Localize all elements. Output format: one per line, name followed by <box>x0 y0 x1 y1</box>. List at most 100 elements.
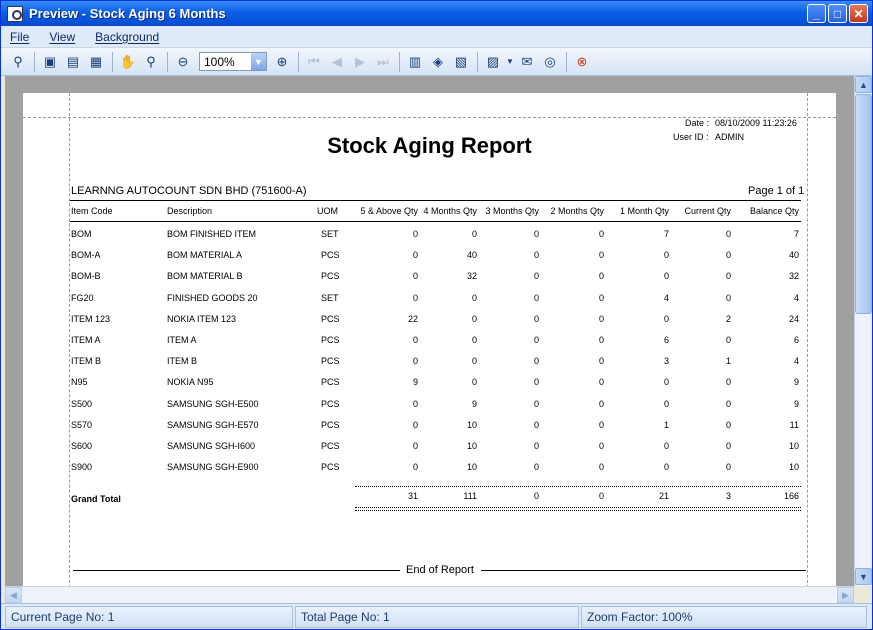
cell-item-code: N95 <box>71 377 88 388</box>
scroll-down-button[interactable]: ▼ <box>855 568 872 585</box>
last-page-icon[interactable]: ⏭ <box>372 51 394 73</box>
total-bottom-dotted-line-1 <box>355 507 801 508</box>
menu-file[interactable]: File <box>7 28 32 46</box>
toolbar-separator <box>112 51 113 72</box>
cell-item-code: BOM <box>71 229 92 239</box>
multiple-pages-icon[interactable]: ▥ <box>404 51 426 73</box>
cell-item-code: S600 <box>71 441 93 451</box>
cell-description: ITEM A <box>167 335 197 345</box>
export-icon[interactable]: ▨ <box>482 51 504 73</box>
menu-view[interactable]: View <box>46 28 78 46</box>
cell-description: ITEM B <box>167 356 198 367</box>
date-label: Date : <box>685 118 710 128</box>
background-color-icon[interactable]: ◈ <box>427 51 449 73</box>
cell-balance-qty: 10 <box>788 462 799 473</box>
cell-uom: SET <box>321 229 339 239</box>
margin-guide-right <box>807 93 808 586</box>
status-bar: Current Page No: 1 Total Page No: 1 Zoom… <box>1 603 872 629</box>
cell-description: SAMSUNG SGH-E900 <box>167 462 259 473</box>
prev-page-icon[interactable]: ◀ <box>326 51 348 73</box>
cell-description: BOM MATERIAL B <box>167 271 243 282</box>
vertical-scrollbar[interactable]: ▲ ▼ <box>854 76 872 586</box>
cell-item-code: S570 <box>71 419 93 430</box>
cell-description: FINISHED GOODS 20 <box>167 292 258 303</box>
cell-description: SAMSUNG SGH-E570 <box>167 419 259 430</box>
magnifier-icon[interactable]: ⚲ <box>140 51 162 73</box>
column-header-uom: UOM <box>317 206 338 216</box>
menu-background[interactable]: Background <box>92 28 162 46</box>
maximize-button[interactable]: □ <box>828 4 847 23</box>
margin-guide-left <box>69 93 70 586</box>
zoom-in-icon[interactable]: ⊕ <box>271 51 293 73</box>
status-current-page: Current Page No: 1 <box>5 606 293 628</box>
watermark-icon[interactable]: ▧ <box>450 51 472 73</box>
cell-uom: PCS <box>321 441 340 451</box>
header-top-line <box>70 200 801 201</box>
cell-uom: PCS <box>321 398 340 409</box>
scroll-right-button[interactable]: ▶ <box>837 587 854 603</box>
column-header-item-code: Item Code <box>71 206 113 216</box>
cell-balance-qty: 9 <box>793 377 799 388</box>
page-info: Page 1 of 1 <box>748 185 805 197</box>
report-title: Stock Aging Report <box>327 133 532 158</box>
cell-balance-qty: 32 <box>788 271 799 282</box>
end-of-report-text: End of Report <box>406 564 474 576</box>
zoom-out-icon[interactable]: ⊖ <box>172 51 194 73</box>
close-preview-icon[interactable]: ⊗ <box>571 51 593 73</box>
cell-item-code: FG20 <box>71 292 94 303</box>
cell-uom: PCS <box>321 377 340 388</box>
zoom-value: 100% <box>204 54 235 69</box>
scroll-up-button[interactable]: ▲ <box>855 76 872 93</box>
close-button[interactable]: ✕ <box>849 4 868 23</box>
cell-description: NOKIA ITEM 123 <box>167 313 237 324</box>
report-viewport[interactable]: Date : 08/10/2009 11:23:26 User ID : ADM… <box>5 76 854 586</box>
cell-description: SAMSUNG SGH-E500 <box>167 398 259 409</box>
cell-item-code: BOM-A <box>71 250 101 261</box>
page-setup-icon[interactable]: ▦ <box>85 51 107 73</box>
preview-window: Preview - Stock Aging 6 Months _ □ ✕ Fil… <box>0 0 873 630</box>
cell-item-code: BOM-B <box>71 271 101 282</box>
printer-icon[interactable]: ▤ <box>62 51 84 73</box>
first-page-icon[interactable]: ⏮ <box>303 51 325 73</box>
minimize-button[interactable]: _ <box>807 4 826 23</box>
scroll-left-button[interactable]: ◀ <box>5 587 22 603</box>
cell-balance-qty: 24 <box>788 313 799 324</box>
cell-item-code: ITEM 123 <box>71 313 111 324</box>
window-controls: _ □ ✕ <box>807 4 868 23</box>
cell-description: BOM MATERIAL A <box>167 250 243 261</box>
cell-uom: PCS <box>321 271 340 282</box>
toolbar-separator <box>566 51 567 72</box>
printer-setup-icon[interactable]: ▣ <box>39 51 61 73</box>
cell-description: BOM FINISHED ITEM <box>167 229 257 239</box>
cell-item-code: ITEM B <box>71 356 102 367</box>
end-line-left <box>73 570 400 571</box>
cell-balance-qty: 9 <box>793 398 799 409</box>
email-icon[interactable]: ✉ <box>516 51 538 73</box>
cell-balance-qty: 11 <box>789 419 799 430</box>
hand-icon[interactable]: ✋ <box>117 51 139 73</box>
date-value: 08/10/2009 11:23:26 <box>715 118 797 128</box>
zoom-combobox[interactable]: 100% ▼ <box>199 52 267 71</box>
horizontal-scrollbar[interactable]: ◀ ▶ <box>5 586 854 603</box>
next-page-icon[interactable]: ▶ <box>349 51 371 73</box>
cell-balance-qty: 40 <box>788 250 799 261</box>
window-title: Preview - Stock Aging 6 Months <box>29 6 226 21</box>
column-header-balance-qty: Balance Qty <box>749 206 799 216</box>
chevron-down-icon[interactable]: ▼ <box>251 53 266 70</box>
scroll-thumb[interactable] <box>855 94 872 314</box>
binoculars-icon[interactable]: ⚲ <box>7 51 29 73</box>
cell-item-code: S500 <box>71 398 93 409</box>
toolbar-separator <box>34 51 35 72</box>
scrollbar-corner <box>854 586 871 603</box>
cell-description: NOKIA N95 <box>167 377 214 388</box>
menu-bar: File View Background <box>1 26 872 48</box>
toolbar-separator <box>399 51 400 72</box>
cell-uom: PCS <box>321 335 340 345</box>
status-zoom-factor: Zoom Factor: 100% <box>581 606 867 628</box>
toolbar: ⚲ ▣ ▤ ▦ ✋ ⚲ ⊖ 100% ▼ ⊕ ⏮ ◀ ▶ ⏭ ▥ ◈ ▧ ▨ ▼… <box>1 48 872 76</box>
cell-description: SAMSUNG SGH-I600 <box>167 441 256 451</box>
open-icon[interactable]: ◎ <box>539 51 561 73</box>
title-bar[interactable]: Preview - Stock Aging 6 Months _ □ ✕ <box>1 1 872 26</box>
toolbar-separator <box>477 51 478 72</box>
chevron-down-icon[interactable]: ▼ <box>505 51 515 73</box>
